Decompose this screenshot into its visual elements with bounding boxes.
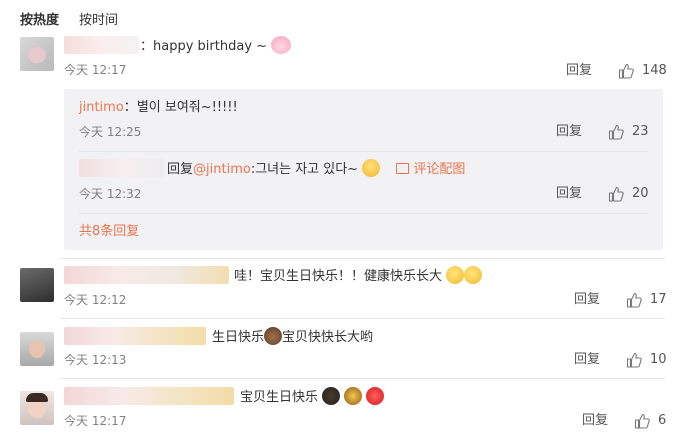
sort-by-hot-tab[interactable]: 按热度 — [20, 9, 59, 28]
comment-time: 今天 12:17 — [64, 63, 127, 77]
comment-image-link[interactable]: 评论配图 — [396, 162, 465, 177]
comment-text: 宝贝生日快乐 — [240, 387, 385, 405]
thumbs-up-icon — [618, 63, 634, 79]
like-button[interactable]: 20 — [608, 185, 649, 203]
reply-button[interactable]: 回复 — [556, 185, 582, 203]
comment-text: 生日快乐 宝贝快快长大哟 — [212, 327, 373, 345]
like-count: 17 — [650, 292, 667, 307]
like-count: 148 — [642, 63, 667, 78]
more-replies-link[interactable]: 共8条回复 — [79, 223, 139, 241]
comment-text: 哇！宝贝生日快乐！！健康快乐长大 — [234, 266, 483, 284]
mention-link[interactable]: @jintimo — [193, 162, 251, 177]
reply-time: 今天 12:25 — [79, 125, 142, 139]
like-count: 20 — [632, 186, 649, 201]
reply-button[interactable]: 回复 — [574, 351, 600, 369]
sort-by-time-tab[interactable]: 按时间 — [79, 9, 118, 28]
thumbs-up-icon — [634, 413, 650, 429]
reply-username[interactable]: jintimo — [79, 100, 124, 115]
like-count: 23 — [632, 124, 649, 139]
party-emoji-icon — [344, 387, 363, 405]
username-blurred[interactable] — [64, 387, 234, 405]
like-count: 6 — [658, 413, 667, 428]
reply-button[interactable]: 回复 — [574, 291, 600, 309]
comment-section: 按热度 按时间 ：happy birthday ~ 今天 12:17 回复 14… — [0, 0, 685, 443]
like-button[interactable]: 23 — [608, 123, 649, 141]
username-blurred[interactable] — [79, 159, 164, 177]
like-count: 10 — [650, 352, 667, 367]
reply-thread: jintimo：별이 보여줘~!!!!! 今天 12:25 回复 23 回复@j… — [64, 89, 663, 250]
thumbs-up-icon — [608, 124, 624, 140]
thumbs-up-icon — [608, 186, 624, 202]
comment-text: ：happy birthday ~ — [140, 36, 292, 54]
avatar[interactable] — [20, 332, 54, 366]
username-blurred[interactable] — [64, 266, 229, 284]
bunny-emoji-icon — [271, 36, 292, 54]
reply-text: jintimo：별이 보여줘~!!!!! — [79, 100, 238, 115]
avatar[interactable] — [20, 37, 54, 71]
blush-emoji-icon — [464, 266, 483, 284]
reply-button[interactable]: 回复 — [582, 412, 608, 430]
comment-time: 今天 12:12 — [64, 293, 127, 307]
thumbs-up-icon — [626, 352, 642, 368]
like-button[interactable]: 17 — [626, 291, 667, 309]
thumbs-up-icon — [626, 292, 642, 308]
comment-time: 今天 12:13 — [64, 353, 127, 367]
heart-emoji-icon — [366, 387, 385, 405]
avatar[interactable] — [20, 391, 54, 425]
like-button[interactable]: 148 — [618, 62, 667, 80]
comment-time: 今天 12:17 — [64, 414, 127, 428]
cake-emoji-icon — [322, 387, 341, 405]
username-blurred[interactable] — [64, 327, 206, 345]
image-icon — [396, 163, 410, 174]
reply-button[interactable]: 回复 — [566, 62, 592, 80]
laughing-emoji-icon — [362, 159, 381, 177]
cake-emoji-icon — [264, 327, 283, 345]
reply-text: 回复@jintimo:그녀는 자고 있다~ 评论配图 — [167, 159, 465, 177]
avatar[interactable] — [20, 268, 54, 302]
username-blurred[interactable] — [64, 36, 139, 54]
reply-time: 今天 12:32 — [79, 187, 142, 201]
reply-button[interactable]: 回复 — [556, 123, 582, 141]
like-button[interactable]: 6 — [634, 412, 666, 430]
sort-tabs: 按热度 按时间 — [20, 9, 118, 28]
blush-emoji-icon — [446, 266, 465, 284]
like-button[interactable]: 10 — [626, 351, 667, 369]
